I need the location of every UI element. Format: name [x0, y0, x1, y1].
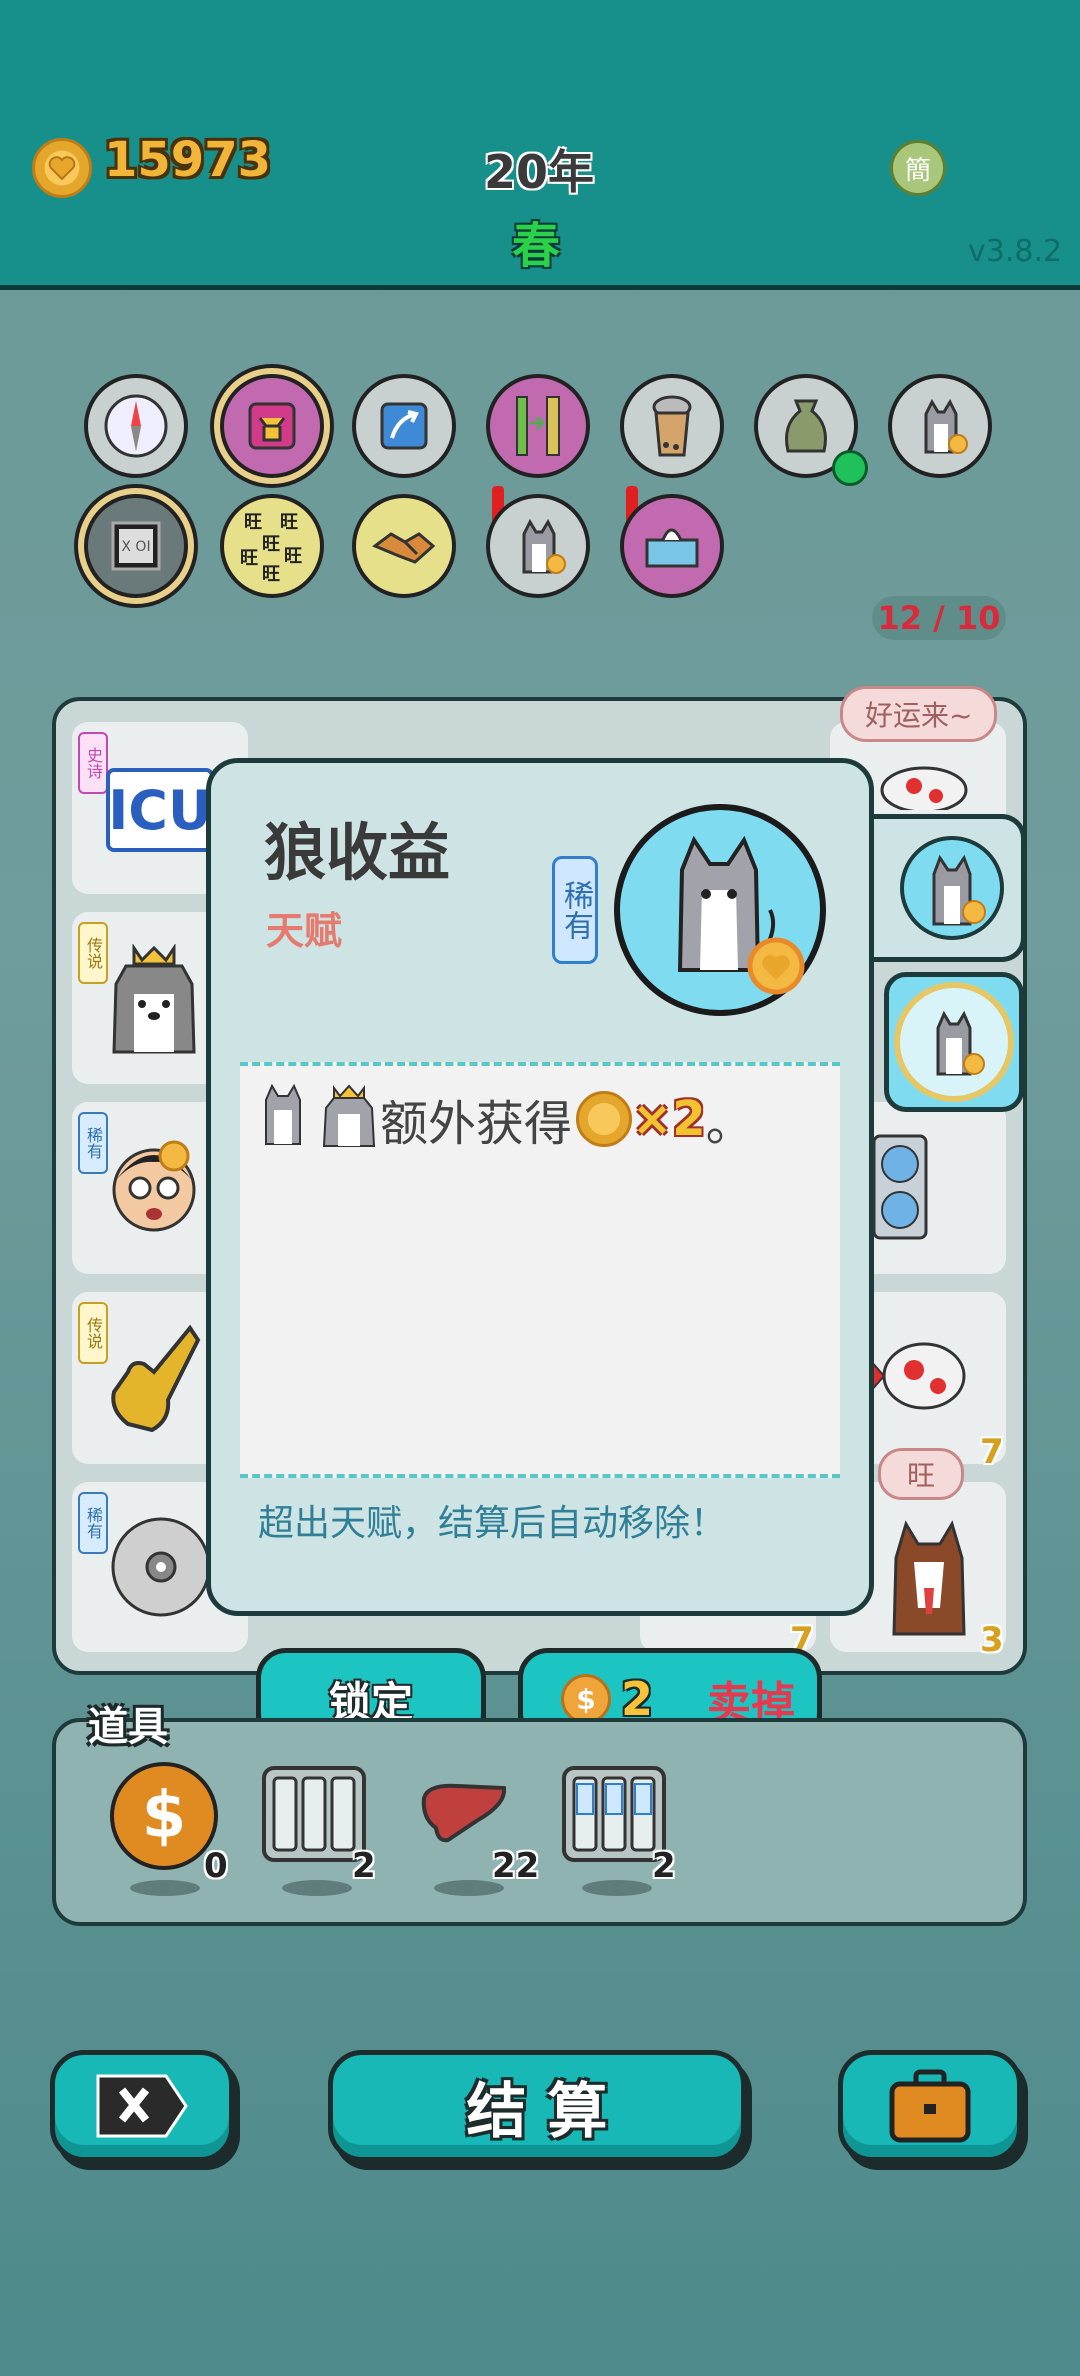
coin-icon	[32, 138, 92, 198]
svg-text:旺: 旺	[284, 546, 302, 567]
svg-text:旺: 旺	[280, 512, 298, 533]
fan-unit-icon	[870, 1132, 930, 1246]
handshake-icon[interactable]	[352, 494, 456, 598]
svg-text:旺: 旺	[262, 534, 280, 555]
rarity-tag-epic: 史诗	[78, 732, 108, 794]
item-shadow	[282, 1880, 352, 1896]
koi-fish-icon-2	[868, 1330, 978, 1424]
husky-coin-icon[interactable]	[888, 374, 992, 478]
husky-king-mini-icon	[318, 1078, 380, 1160]
ox-card-icon[interactable]	[220, 374, 324, 478]
inventory-button[interactable]	[838, 2050, 1022, 2162]
settle-button[interactable]: 结 算	[328, 2050, 746, 2162]
year-label: 20年	[484, 145, 595, 199]
relic-counter: 12 / 10	[877, 599, 1001, 637]
rare-slot-icon[interactable]	[562, 1766, 666, 1862]
briefcase-icon	[889, 2069, 971, 2143]
popup-subtitle: 天赋	[266, 909, 343, 953]
language-button[interactable]: 簡	[890, 140, 946, 196]
selected-slot[interactable]	[884, 972, 1024, 1112]
disc-icon	[106, 1512, 216, 1626]
svg-text:旺: 旺	[262, 564, 280, 585]
arrow-card-icon[interactable]	[352, 374, 456, 478]
coin-count: 15973	[104, 132, 271, 188]
popup-footer-note: 超出天赋，结算后自动移除！	[258, 1503, 727, 1544]
multiplier-text: ×2	[632, 1091, 706, 1147]
item-count: 22	[492, 1846, 540, 1886]
version-label: v3.8.2	[968, 234, 1063, 269]
items-label: 道具	[88, 1704, 168, 1750]
husky-coin-icon-tab[interactable]	[900, 836, 1004, 940]
slot-count-2: 3	[980, 1620, 1004, 1660]
pointing-hand-icon	[104, 1320, 204, 1444]
husky-coin-icon-large	[614, 804, 826, 1016]
settle-label: 结 算	[466, 2076, 608, 2147]
slot-count: 7	[980, 1432, 1004, 1472]
item-count: 0	[204, 1846, 228, 1886]
description-line: 额外获得 ×2 。	[254, 1078, 754, 1160]
icu-sign: ICU	[106, 768, 214, 852]
close-icon	[96, 2074, 188, 2138]
husky-coin-icon-selected	[900, 988, 1008, 1096]
triple-slot-icon[interactable]	[262, 1766, 366, 1862]
item-count: 2	[652, 1846, 676, 1886]
speech-bubble-wang: 旺	[878, 1448, 964, 1500]
period-text: 。	[705, 1096, 754, 1152]
skip-button[interactable]	[50, 2050, 234, 2162]
husky-king-icon	[104, 943, 204, 1058]
koi-fish-icon	[874, 750, 974, 814]
coin-inline-icon	[576, 1091, 633, 1147]
husky-coin-icon-2[interactable]	[486, 494, 590, 598]
bubble-tea-icon[interactable]	[620, 374, 724, 478]
husky-mini-icon	[254, 1080, 312, 1158]
wang-tiles-icon[interactable]: 旺旺旺旺旺旺	[220, 494, 324, 598]
top-bar: 15973 20年 春 簡 v3.8.2	[0, 0, 1080, 290]
new-dot-icon	[832, 450, 868, 486]
liver-icon[interactable]	[418, 1780, 510, 1844]
dollar-coin-item-icon[interactable]: $	[110, 1762, 218, 1870]
description-text: 额外获得	[380, 1096, 573, 1152]
xo-chip-icon[interactable]: X OI	[84, 494, 188, 598]
svg-text:旺: 旺	[244, 512, 262, 533]
rarity-tag-rare-2: 稀有	[78, 1492, 108, 1554]
compass-icon[interactable]	[84, 374, 188, 478]
item-count: 2	[352, 1846, 376, 1886]
svg-text:X OI: X OI	[121, 539, 150, 555]
svg-text:旺: 旺	[240, 548, 258, 569]
nerd-face-icon	[104, 1130, 204, 1244]
speech-bubble-good-luck: 好运来~	[840, 686, 998, 742]
item-shadow	[582, 1880, 652, 1896]
brown-dog-icon	[884, 1518, 974, 1642]
tissue-box-icon[interactable]	[620, 494, 724, 598]
bamboo-card-icon[interactable]	[486, 374, 590, 478]
dollar-coin-icon: $	[561, 1674, 611, 1724]
popup-title: 狼收益	[264, 816, 451, 889]
relic-counter-pill: 12 / 10	[872, 596, 1006, 640]
rarity-badge: 稀有	[552, 856, 598, 964]
item-shadow	[130, 1880, 200, 1896]
season-label: 春	[512, 218, 561, 274]
